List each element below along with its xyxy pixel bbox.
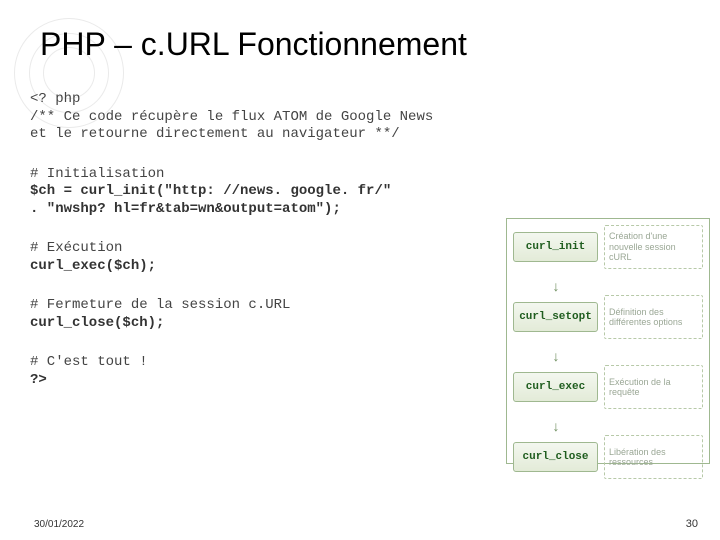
footer-date: 30/01/2022: [34, 519, 84, 530]
code-init-comment: # Initialisation: [30, 166, 720, 184]
code-init-line1: $ch = curl_init("http: //news. google. f…: [30, 183, 720, 201]
flow-diagram: curl_init Création d'une nouvelle sessio…: [506, 218, 710, 464]
code-doc-line2: et le retourne directement au navigateur…: [30, 126, 720, 144]
slide-title: PHP – c.URL Fonctionnement: [0, 0, 720, 63]
diagram-desc-setopt: Définition des différentes options: [604, 295, 703, 339]
code-doc-line1: /** Ce code récupère le flux ATOM de Goo…: [30, 109, 720, 127]
arrow-down-icon: ↓: [513, 277, 599, 295]
code-open-tag: <? php: [30, 91, 720, 109]
arrow-down-icon: ↓: [513, 347, 599, 365]
diagram-desc-init: Création d'une nouvelle session cURL: [604, 225, 703, 269]
diagram-box-init: curl_init: [513, 232, 598, 262]
arrow-down-icon: ↓: [513, 417, 599, 435]
footer-page-number: 30: [686, 518, 698, 530]
diagram-box-exec: curl_exec: [513, 372, 598, 402]
diagram-box-setopt: curl_setopt: [513, 302, 598, 332]
code-init-line2: . "nwshp? hl=fr&tab=wn&output=atom");: [30, 201, 720, 219]
diagram-desc-exec: Exécution de la requête: [604, 365, 703, 409]
diagram-box-close: curl_close: [513, 442, 598, 472]
diagram-desc-close: Libération des ressources: [604, 435, 703, 479]
